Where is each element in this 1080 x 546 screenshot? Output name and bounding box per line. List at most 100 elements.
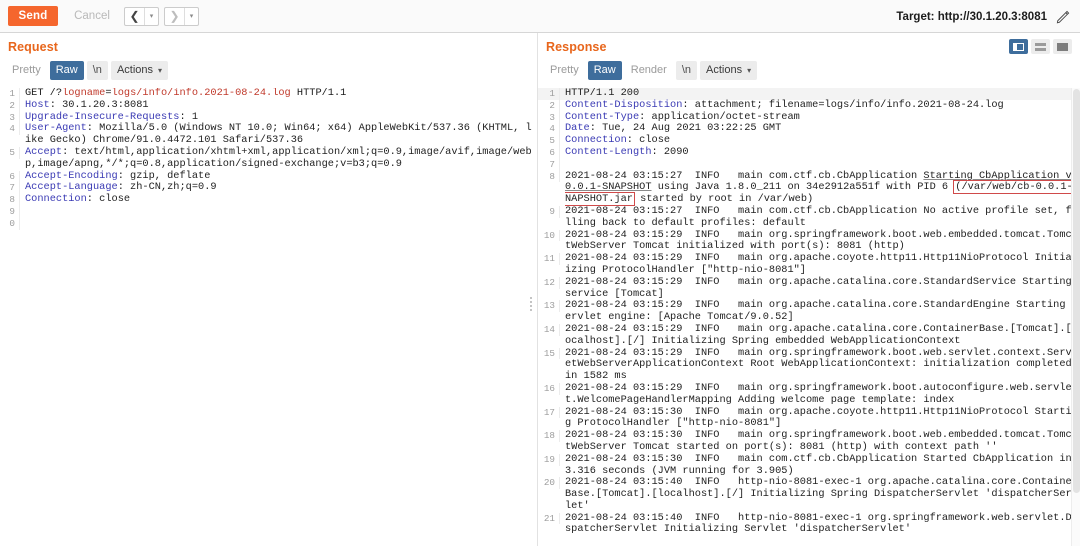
response-line: 10 2021-08-24 03:15:29 INFO main org.spri… [538,229,1080,254]
line-content: 2021-08-24 03:15:29 INFO main org.apache… [565,252,1078,276]
single-pane-layout-button[interactable] [1053,39,1072,54]
line-number: 7 [0,182,20,195]
line-number: 17 [538,406,560,419]
request-editor[interactable]: 1 GET /?logname=logs/info/info.2021-08-24… [0,88,537,546]
line-number: 9 [538,205,560,218]
response-tab-actions[interactable]: Actions ▾ [700,61,758,80]
tab-label: Raw [593,64,616,76]
response-pane: Response Pretty Raw Render \n Actions ▾ 1 HTTP… [537,33,1080,546]
line-number: 0 [0,217,20,230]
request-tab-actions[interactable]: Actions ▾ [110,61,169,80]
response-line: 19 2021-08-24 03:15:30 INFO main com.ctf.… [538,452,1080,478]
response-line: 21 2021-08-24 03:15:40 INFO http-nio-8081… [538,511,1080,537]
line-content: Content-Length: 2090 [565,145,689,158]
pane-splitter-handle[interactable] [528,296,534,312]
line-content [20,206,537,218]
request-line: 5 Accept: text/html,application/xhtml+xml… [0,145,537,171]
line-number: 13 [538,300,560,313]
line-number: 12 [538,276,560,289]
response-line: 20 2021-08-24 03:15:40 INFO http-nio-8081… [538,476,1080,512]
line-number: 5 [0,146,20,159]
line-number: 4 [538,123,560,136]
request-title: Request [8,40,59,54]
line-content: 2021-08-24 03:15:27 INFO main com.ctf.cb… [565,169,1079,207]
line-number: 3 [0,111,20,124]
response-line: 16 2021-08-24 03:15:29 INFO main org.spri… [538,381,1080,407]
line-number: 6 [538,146,560,159]
line-content: 2021-08-24 03:15:40 INFO http-nio-8081-e… [565,511,1078,536]
line-content: Connection: close [25,193,131,206]
target-label: Target: http://30.1.20.3:8081 [896,10,1047,23]
response-tabbar: Pretty Raw Render \n Actions ▾ [538,59,1080,82]
history-nav-group: ❮ ▾ ❯ ▾ [124,6,204,26]
line-content: User-Agent: Mozilla/5.0 (Windows NT 10.0… [25,122,532,147]
line-number: 21 [538,512,560,525]
editor-panes: Request Pretty Raw \n Actions ▾ 1 GET /?logna… [0,33,1080,546]
line-content [20,218,537,230]
line-number: 2 [0,99,20,112]
line-number: 6 [0,170,20,183]
response-tab-n[interactable]: \n [675,61,698,80]
tab-label: Render [630,64,667,76]
response-line: 11 2021-08-24 03:15:29 INFO main org.apac… [538,252,1080,277]
response-line: 14 2021-08-24 03:15:29 INFO main org.apac… [538,323,1080,348]
split-vertical-layout-button[interactable] [1009,39,1028,54]
response-line: 12 2021-08-24 03:15:29 INFO main org.apac… [538,275,1080,301]
request-tabbar: Pretty Raw \n Actions ▾ [0,59,537,82]
response-editor[interactable]: 1 HTTP/1.1 200 2 Content-Disposition: attac… [538,88,1080,546]
send-button[interactable]: Send [8,6,58,26]
chevron-down-icon: ▾ [158,66,163,75]
line-content: Accept: text/html,application/xhtml+xml,… [25,145,532,170]
chevron-left-icon: ❮ [129,8,140,23]
response-title: Response [546,40,607,54]
request-line: 4 User-Agent: Mozilla/5.0 (Windows NT 10.… [0,122,537,147]
pencil-icon[interactable] [1056,10,1070,24]
line-content: 2021-08-24 03:15:29 INFO main org.apache… [565,275,1072,300]
request-tab-pretty[interactable]: Pretty [6,61,47,80]
line-content: 2021-08-24 03:15:27 INFO main com.ctf.cb… [565,204,1078,229]
request-tab-n[interactable]: \n [86,61,108,80]
line-number: 19 [538,453,560,466]
response-tab-raw[interactable]: Raw [587,61,622,80]
next-request-button[interactable]: ❯ ▾ [164,6,199,26]
line-number: 18 [538,430,560,442]
line-number: 8 [0,194,20,206]
cancel-button[interactable]: Cancel [64,6,120,26]
line-number: 8 [538,170,560,183]
tab-label: Pretty [550,64,579,76]
line-number: 9 [0,205,20,218]
scrollbar-thumb[interactable] [1073,89,1080,493]
response-line: 6 Content-Length: 2090 [538,145,1080,159]
split-horizontal-layout-button[interactable] [1031,39,1050,54]
chevron-down-icon[interactable]: ▾ [184,7,198,25]
line-number: 7 [538,158,560,171]
target-area: Target: http://30.1.20.3:8081 [896,0,1070,33]
line-content: 2021-08-24 03:15:40 INFO http-nio-8081-e… [565,476,1078,512]
request-tab-raw[interactable]: Raw [49,61,84,80]
tab-label: \n [92,64,102,76]
line-number: 11 [538,253,560,265]
line-number: 16 [538,382,560,395]
line-content: 2021-08-24 03:15:29 INFO main org.spring… [565,381,1072,406]
response-line: 18 2021-08-24 03:15:30 INFO main org.spri… [538,429,1080,454]
chevron-right-icon: ❯ [169,8,180,23]
previous-request-button[interactable]: ❮ ▾ [124,6,159,26]
response-scrollbar[interactable] [1071,88,1080,546]
line-content: 2021-08-24 03:15:29 INFO main org.apache… [565,299,1078,324]
response-line: 13 2021-08-24 03:15:29 INFO main org.apac… [538,300,1080,324]
line-number: 2 [538,99,560,112]
line-number: 5 [538,135,560,147]
line-number: 4 [0,123,20,136]
chevron-down-icon[interactable]: ▾ [144,7,158,25]
response-line: 17 2021-08-24 03:15:30 INFO main org.apac… [538,405,1080,431]
request-line: 9 [0,205,537,218]
line-number: 10 [538,229,560,242]
response-tab-render[interactable]: Render [625,61,673,80]
layout-toggle-group [1009,39,1072,54]
chevron-down-icon: ▾ [747,66,752,75]
line-content: 2021-08-24 03:15:30 INFO main org.apache… [565,405,1078,430]
tab-label: Actions [706,64,743,76]
response-tab-pretty[interactable]: Pretty [544,61,585,80]
line-content: 2021-08-24 03:15:30 INFO main com.ctf.cb… [565,452,1072,477]
line-content: 2021-08-24 03:15:30 INFO main org.spring… [565,429,1078,453]
